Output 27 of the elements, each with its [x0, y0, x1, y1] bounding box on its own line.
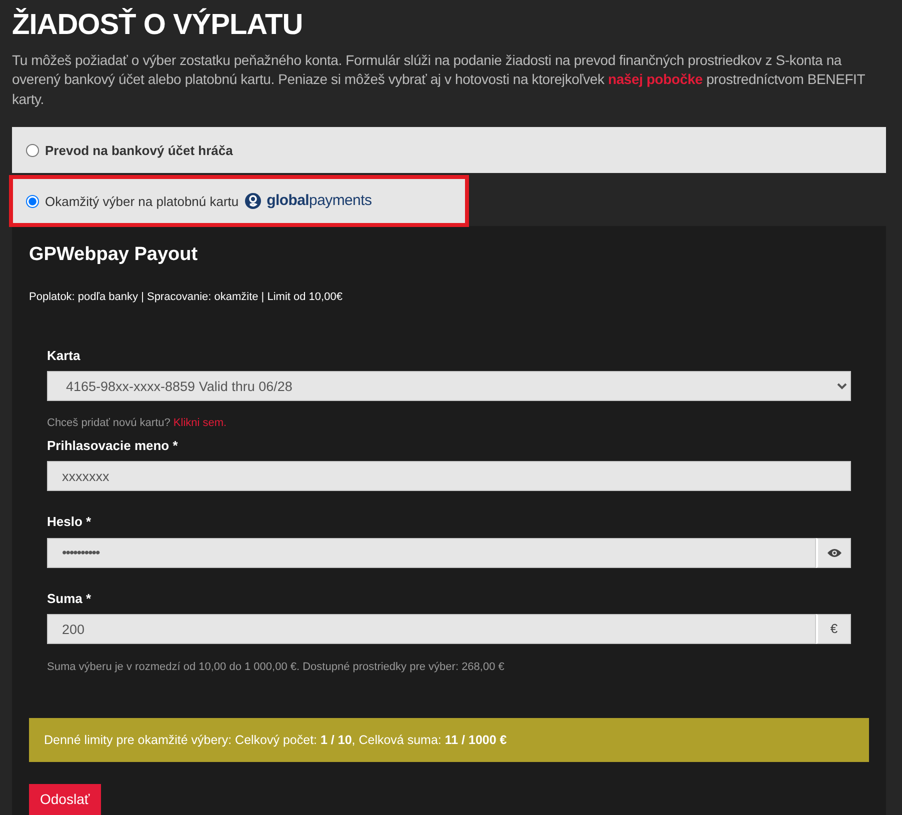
show-password-button[interactable]: [816, 538, 851, 568]
intro-text: Tu môžeš požiadať o výber zostatku peňažného konta. Formulár slúži na podanie žiadosti na prevod finančných prostriedkov z S-konta na overený bankový účet alebo platobnú kartu. Peniaze si môžeš vybrať aj v hotovosti na ktorejkoľvek našej pobočke prostredníctvom BENEFIT karty.: [12, 50, 866, 109]
hint-text: Chceš pridať novú kartu? Klikni sem.: [47, 416, 228, 432]
method-radio[interactable]: [26, 144, 39, 157]
currency-addon: €: [816, 614, 851, 644]
input-field[interactable]: ••••••••••: [47, 538, 816, 568]
field-label: Prihlasovacie meno *: [47, 436, 179, 455]
input-field[interactable]: xxxxxxx: [47, 461, 851, 492]
branch-link[interactable]: našej pobočke: [608, 71, 703, 88]
payment-logo: globalpayments: [266, 191, 372, 212]
hint-text: Suma výberu je v rozmedzí od 10,00 do 1 000,00 €. Dostupné prostriedky pre výber: 268,00 €: [47, 660, 506, 676]
submit-button[interactable]: Odoslať: [29, 784, 101, 815]
add-card-link[interactable]: Klikni sem.: [173, 417, 227, 430]
card-select[interactable]: 4165-98xx-xxxx-8859 Valid thru 06/28: [47, 371, 851, 402]
panel-title: GPWebpay Payout: [29, 244, 199, 268]
method-label[interactable]: Okamžitý výber na platobnú kartu: [45, 192, 239, 212]
page-title: ŽIADOSŤ O VÝPLATU: [12, 8, 304, 43]
limits-alert: Denné limity pre okamžité výbery: Celkový počet: 1 / 10, Celková suma: 11 / 1000 €: [29, 718, 869, 762]
field-label: Suma *: [47, 590, 92, 608]
input-field[interactable]: 200: [47, 614, 816, 644]
info-text: Poplatok: podľa banky | Spracovanie: okamžite | Limit od 10,00€: [29, 290, 344, 306]
method-radio[interactable]: [26, 194, 39, 208]
method-label[interactable]: Prevod na bankový účet hráča: [45, 140, 233, 160]
eye-icon: [826, 548, 842, 558]
field-label: Heslo *: [47, 513, 92, 532]
g-logo-icon: [244, 193, 261, 210]
field-label: Karta: [47, 346, 82, 365]
